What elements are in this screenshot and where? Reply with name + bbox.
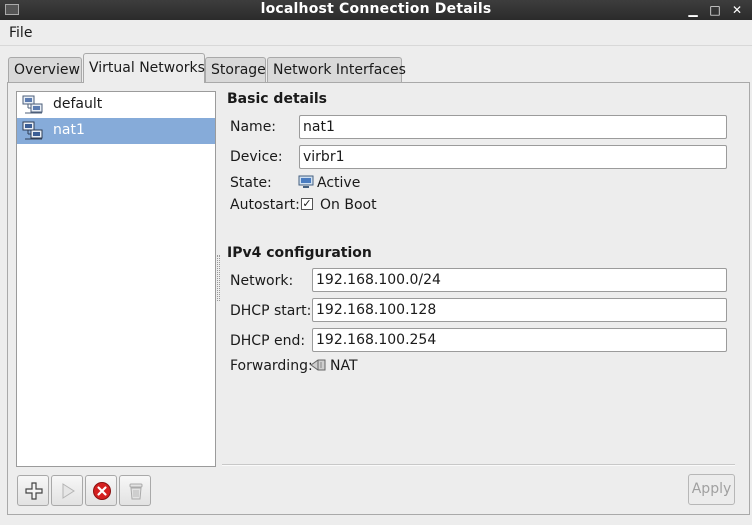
list-item-nat1[interactable]: nat1 (17, 118, 215, 144)
plus-icon (25, 482, 43, 500)
tab-overview[interactable]: Overview (8, 57, 82, 82)
minimize-icon[interactable]: ▁ (684, 1, 702, 19)
autostart-label: Autostart: (230, 197, 300, 213)
tab-virtual-networks[interactable]: Virtual Networks (83, 53, 205, 83)
tab-storage[interactable]: Storage (205, 57, 266, 82)
network-icon (22, 95, 43, 114)
autostart-value[interactable]: On Boot (320, 197, 377, 213)
network-label: Network: (230, 273, 294, 289)
list-item-default[interactable]: default (17, 92, 215, 118)
state-active-icon (298, 175, 314, 188)
nat-forwarding-icon (310, 359, 326, 371)
dhcp-start-field: 192.168.100.128 (312, 298, 727, 322)
tab-network-interfaces[interactable]: Network Interfaces (267, 57, 406, 82)
network-icon (22, 121, 43, 140)
list-item-label: default (53, 96, 103, 112)
dhcp-end-label: DHCP end: (230, 333, 306, 349)
forwarding-value: NAT (330, 358, 358, 374)
state-value: Active (317, 175, 361, 191)
start-network-button[interactable] (51, 475, 83, 506)
separator (222, 464, 735, 466)
stop-network-button[interactable] (85, 475, 117, 506)
forwarding-label: Forwarding: (230, 358, 313, 374)
maximize-icon[interactable]: □ (706, 1, 724, 19)
play-icon (62, 483, 75, 499)
menu-file[interactable]: File (9, 25, 32, 41)
add-network-button[interactable] (17, 475, 49, 506)
ipv4-heading: IPv4 configuration (227, 245, 372, 261)
menu-bar: File (0, 20, 752, 46)
network-list[interactable]: default nat1 (16, 91, 216, 467)
state-label: State: (230, 175, 272, 191)
delete-network-button[interactable] (119, 475, 151, 506)
dhcp-end-field: 192.168.100.254 (312, 328, 727, 352)
autostart-checkbox[interactable]: ✓ (301, 198, 313, 210)
list-item-label: nat1 (53, 122, 85, 138)
stop-icon (93, 482, 111, 500)
pane-resize-handle[interactable] (217, 255, 220, 301)
title-bar: localhost Connection Details ▁ □ ✕ (0, 0, 752, 20)
close-icon[interactable]: ✕ (728, 1, 746, 19)
dhcp-start-label: DHCP start: (230, 303, 312, 319)
name-label: Name: (230, 119, 277, 135)
device-label: Device: (230, 149, 283, 165)
apply-button[interactable]: Apply (688, 474, 735, 505)
device-field: virbr1 (299, 145, 727, 169)
trash-icon (129, 483, 143, 500)
network-field: 192.168.100.0/24 (312, 268, 727, 292)
name-field[interactable]: nat1 (299, 115, 727, 139)
basic-details-heading: Basic details (227, 91, 328, 107)
window-title: localhost Connection Details (260, 1, 492, 17)
